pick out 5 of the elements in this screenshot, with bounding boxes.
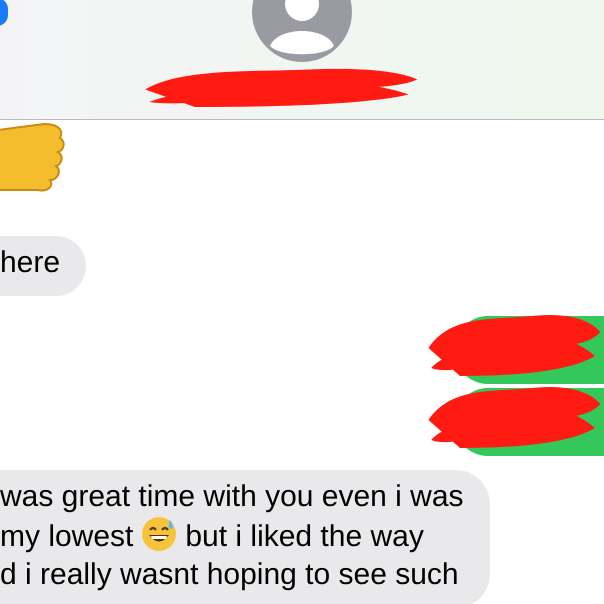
grinning-sweat-emoji-icon xyxy=(141,516,178,552)
message-text: was great time with you even i was xyxy=(0,479,464,515)
message-text: here xyxy=(0,245,60,281)
message-text: d i really wasnt hoping to see such xyxy=(0,557,460,593)
message-text: my lowest but i liked the way xyxy=(0,516,464,556)
